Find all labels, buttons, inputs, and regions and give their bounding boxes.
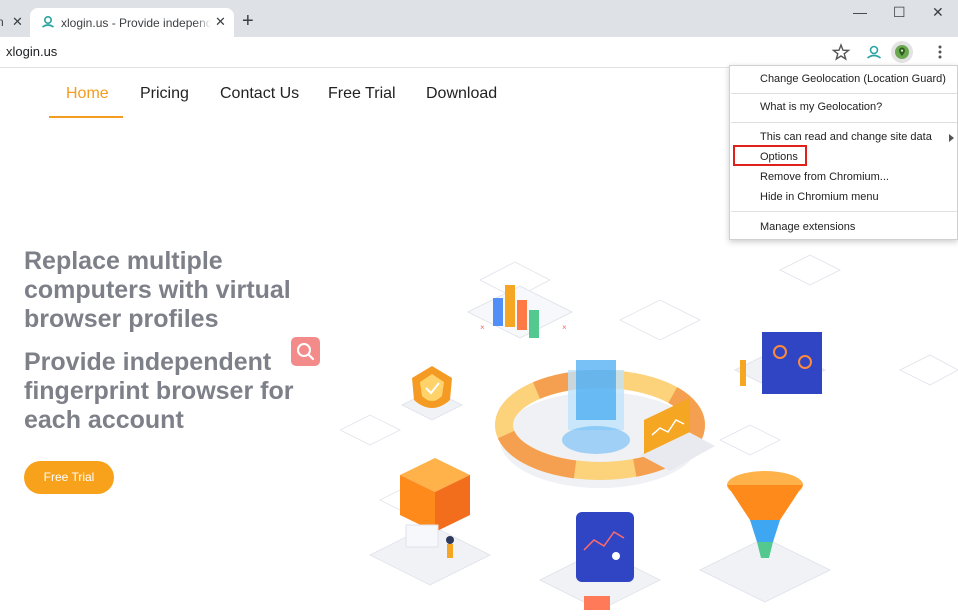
tab-close-icon[interactable]: ✕: [215, 14, 226, 30]
funnel-tile: [698, 471, 832, 603]
more-vert-icon[interactable]: [930, 42, 950, 62]
maximize-icon[interactable]: ☐: [893, 4, 906, 24]
svg-text:×: ×: [480, 323, 485, 332]
nav-pricing[interactable]: Pricing: [140, 85, 189, 103]
submenu-arrow-icon: [949, 134, 954, 142]
nav-download[interactable]: Download: [426, 85, 497, 103]
tab-previous-close-icon[interactable]: ✕: [12, 14, 23, 30]
isometric-illustration: × ×: [340, 254, 958, 611]
analytics-panel: [538, 512, 662, 611]
options-highlight-annotation: [733, 145, 807, 166]
menu-site-access[interactable]: This can read and change site data: [760, 131, 932, 143]
browser-toolbar: xlogin.us: [0, 37, 958, 68]
tab-previous[interactable]: n ✕: [0, 8, 28, 37]
menu-remove-extension[interactable]: Remove from Chromium...: [760, 171, 889, 183]
window-close-icon[interactable]: ✕: [932, 4, 944, 24]
menu-manage-extensions[interactable]: Manage extensions: [760, 221, 855, 233]
star-icon[interactable]: [831, 42, 851, 62]
nav-free-trial[interactable]: Free Trial: [328, 85, 396, 103]
svg-text:×: ×: [562, 323, 567, 332]
location-guard-favicon-icon: [42, 15, 54, 28]
search-icon: [297, 343, 315, 361]
free-trial-button[interactable]: Free Trial: [24, 461, 114, 494]
tab-strip: n ✕ xlogin.us - Provide independent fing…: [0, 0, 958, 37]
tab-previous-title: n: [0, 15, 4, 29]
dashboard-tile: [733, 332, 827, 394]
hero-headline-primary: Replace multiple computers with virtual …: [24, 247, 291, 333]
nav-active-indicator: [49, 116, 123, 118]
new-tab-button[interactable]: +: [242, 11, 254, 31]
menu-hide-in-menu[interactable]: Hide in Chromium menu: [760, 191, 879, 203]
bar-chart-tile: × ×: [466, 285, 574, 339]
search-badge[interactable]: [291, 337, 320, 366]
shield-tile: [400, 366, 464, 421]
geo-pin-extension-button[interactable]: [891, 41, 913, 63]
tab-active[interactable]: xlogin.us - Provide independent fingerpr…: [30, 8, 234, 37]
nav-contact-us[interactable]: Contact Us: [220, 85, 299, 103]
menu-separator: [731, 93, 957, 94]
nav-home[interactable]: Home: [66, 85, 109, 103]
menu-what-is-my-geolocation[interactable]: What is my Geolocation?: [760, 101, 882, 113]
menu-change-geolocation[interactable]: Change Geolocation (Location Guard): [760, 73, 946, 85]
geo-pin-extension-icon: [895, 45, 909, 59]
hero-headline-secondary: Provide independent fingerprint browser …: [24, 348, 294, 434]
address-bar[interactable]: xlogin.us: [6, 44, 57, 59]
tab-active-title: xlogin.us - Provide independent fingerpr…: [61, 16, 211, 30]
orange-cube-tile: [368, 458, 492, 586]
minimize-icon[interactable]: —: [853, 4, 867, 24]
menu-separator: [731, 211, 957, 212]
menu-separator: [731, 122, 957, 123]
location-guard-icon[interactable]: [864, 42, 884, 62]
